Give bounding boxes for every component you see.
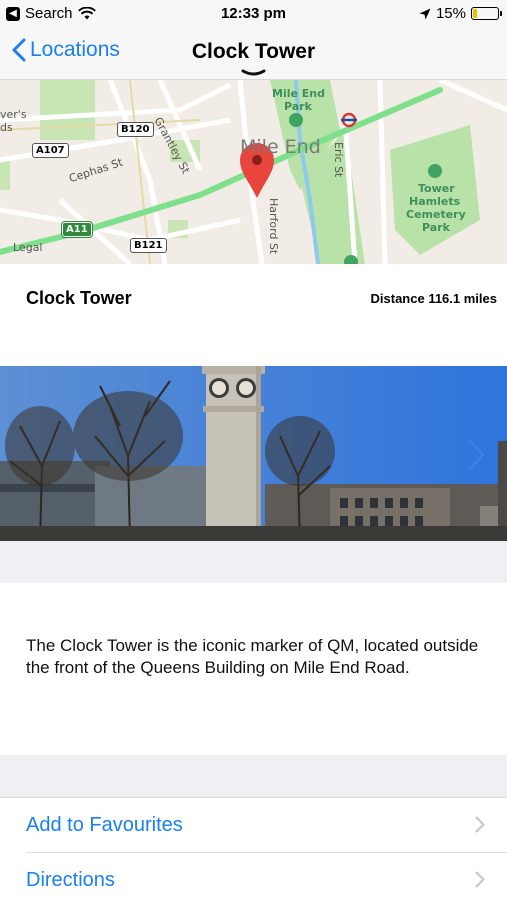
directions-label: Directions bbox=[26, 869, 115, 891]
clock-tower-photo bbox=[0, 366, 507, 541]
gallery-next-chevron-icon[interactable] bbox=[467, 438, 485, 472]
map-label-tower-hamlets-3: Cemetery bbox=[406, 208, 466, 221]
pull-handle-icon[interactable] bbox=[241, 69, 266, 77]
map-area-label: Mile End bbox=[240, 136, 321, 158]
location-arrow-icon bbox=[419, 8, 431, 19]
map-label-legal: Legal bbox=[13, 241, 43, 254]
map-view[interactable]: Mile End Park Mile End Tower Hamlets Cem… bbox=[0, 80, 507, 264]
map-label-tower-hamlets-2: Hamlets bbox=[409, 195, 461, 208]
map-label-partial-1: ver's bbox=[0, 108, 27, 121]
map-label-mile-end-park: Mile End bbox=[272, 87, 325, 100]
description-text: The Clock Tower is the iconic marker of … bbox=[26, 636, 479, 677]
battery-percent: 15% bbox=[435, 5, 466, 22]
map-label-tower-hamlets-4: Park bbox=[422, 221, 450, 234]
add-to-favourites-button[interactable]: Add to Favourites bbox=[0, 798, 507, 852]
road-shield-b120: B120 bbox=[117, 122, 154, 137]
directions-button[interactable]: Directions bbox=[26, 852, 507, 900]
place-header: Clock Tower Distance 116.1 miles bbox=[0, 264, 507, 366]
section-separator bbox=[0, 541, 507, 583]
distance-label: Distance 116.1 miles bbox=[370, 291, 497, 306]
road-shield-a107: A107 bbox=[32, 143, 69, 158]
navigation-bar: Locations Clock Tower bbox=[0, 28, 507, 80]
battery-level bbox=[473, 9, 477, 18]
chevron-right-icon bbox=[475, 816, 485, 833]
chevron-right-icon bbox=[475, 871, 485, 888]
section-separator-2 bbox=[0, 755, 507, 797]
photo-gallery[interactable] bbox=[0, 366, 507, 541]
map-label-partial-2: ds bbox=[0, 121, 13, 134]
place-name: Clock Tower bbox=[26, 288, 132, 308]
page-title: Clock Tower bbox=[191, 40, 316, 63]
add-to-favourites-label: Add to Favourites bbox=[26, 814, 183, 836]
map-label-harford-st: Harford St bbox=[267, 198, 280, 255]
battery-icon bbox=[471, 7, 502, 20]
description-section: The Clock Tower is the iconic marker of … bbox=[0, 583, 507, 755]
status-bar: ◀ Search 12:33 pm 15% bbox=[0, 0, 507, 28]
map-label-mile-end-park-2: Park bbox=[284, 100, 312, 113]
action-list: Add to Favourites Directions bbox=[0, 797, 507, 900]
road-shield-b121: B121 bbox=[130, 238, 167, 253]
map-label-tower-hamlets-1: Tower bbox=[418, 182, 455, 195]
road-shield-a11: A11 bbox=[62, 222, 92, 237]
map-label-eric-st: Eric St bbox=[332, 142, 345, 178]
